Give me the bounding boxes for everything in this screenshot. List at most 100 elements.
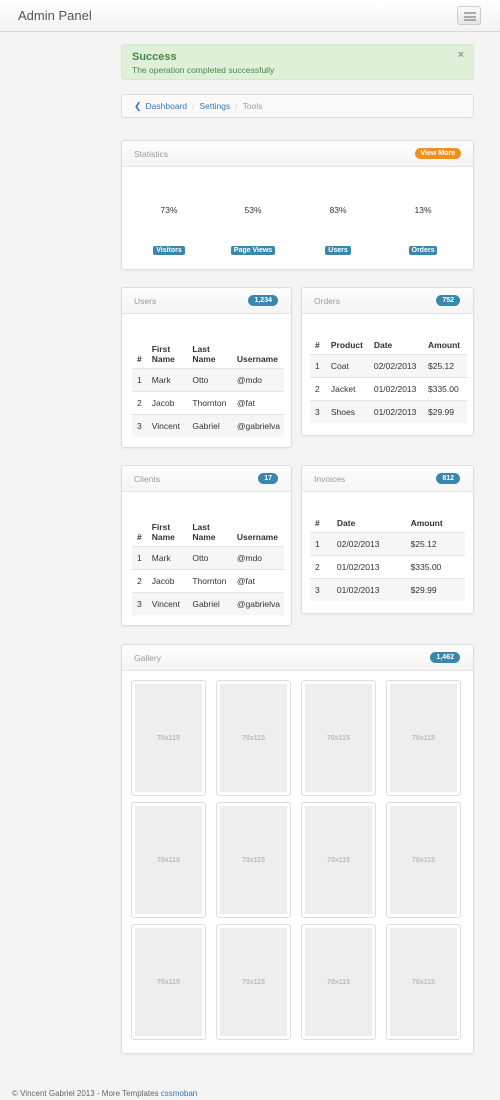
- panel-title: Invoices: [314, 474, 346, 484]
- column-header: Last Name: [192, 521, 216, 542]
- column-header: Last Name: [192, 343, 216, 364]
- table-cell: Thornton: [188, 568, 233, 592]
- table-cell: 2: [310, 376, 327, 400]
- table-cell: $25.12: [424, 353, 467, 377]
- footer-text: © Vincent Gabriel 2013 - More Templates: [12, 1089, 159, 1098]
- panel-heading: Clients 17: [122, 466, 291, 492]
- table-cell: 3: [132, 591, 148, 615]
- image-placeholder: 70x115: [390, 928, 457, 1036]
- hamburger-icon-bar: [464, 15, 476, 18]
- gallery-thumbnail[interactable]: 70x115: [131, 802, 206, 918]
- table-cell: 3: [310, 399, 327, 423]
- count-badge: 17: [258, 473, 278, 484]
- gallery-thumbnail[interactable]: 70x115: [301, 924, 376, 1040]
- clients-panel: Clients 17 # First Name Last Name Userna…: [121, 465, 292, 626]
- column-header: First Name: [151, 343, 175, 364]
- table-cell: Mark: [147, 545, 189, 569]
- image-placeholder: 70x115: [135, 806, 202, 914]
- column-header: Amount: [410, 517, 443, 528]
- table-cell: 02/02/2013: [369, 353, 424, 377]
- stat-visitors: 73% Visitors: [129, 205, 209, 255]
- gallery-thumbnail[interactable]: 70x115: [216, 924, 291, 1040]
- table-cell: 01/02/2013: [332, 577, 407, 601]
- top-navbar: Admin Panel: [0, 0, 500, 32]
- table-cell: Gabriel: [188, 591, 233, 615]
- gallery-thumbnail[interactable]: 70x115: [216, 802, 291, 918]
- column-header: Amount: [428, 339, 461, 350]
- stat-label[interactable]: Visitors: [153, 246, 185, 255]
- count-badge: 1,234: [248, 295, 278, 306]
- image-placeholder: 70x115: [305, 928, 372, 1036]
- gallery-thumbnail[interactable]: 70x115: [216, 680, 291, 796]
- table-cell: Gabriel: [188, 413, 233, 437]
- panel-title: Orders: [314, 296, 340, 306]
- count-badge: 752: [436, 295, 460, 306]
- table-row: 3 Vincent Gabriel @gabrielva: [132, 591, 284, 615]
- table-cell: $29.99: [406, 577, 465, 601]
- gallery-thumbnail[interactable]: 70x115: [131, 924, 206, 1040]
- column-header: #: [315, 517, 320, 528]
- alert-title: Success: [132, 51, 177, 63]
- stat-label[interactable]: Orders: [408, 246, 438, 255]
- breadcrumb: ❮ Dashboard / Settings / Tools: [121, 94, 474, 118]
- table-row: 3 Vincent Gabriel @gabrielva: [132, 413, 284, 437]
- panel-title: Gallery: [134, 653, 161, 663]
- column-header: Product: [330, 339, 363, 350]
- gallery-thumbnail[interactable]: 70x115: [386, 924, 461, 1040]
- breadcrumb-tools: Tools: [242, 101, 263, 111]
- table-cell: Jacket: [326, 376, 370, 400]
- gallery-thumbnail[interactable]: 70x115: [386, 680, 461, 796]
- clients-table: # First Name Last Name Username 1 Mark O…: [132, 502, 284, 615]
- table-cell: @mdo: [232, 367, 284, 391]
- table-row: 2 01/02/2013 $335.00: [310, 554, 465, 578]
- table-cell: $29.99: [424, 399, 467, 423]
- table-cell: 3: [310, 577, 333, 601]
- stat-label[interactable]: Page Views: [230, 246, 276, 255]
- column-header: Date: [373, 339, 393, 350]
- stat-users: 83% Users: [298, 205, 378, 255]
- table-cell: Coat: [326, 353, 370, 377]
- gallery-thumbnail[interactable]: 70x115: [301, 680, 376, 796]
- column-header: Date: [336, 517, 356, 528]
- statistics-panel: Statistics View More 73% Visitors 53% Pa…: [121, 140, 474, 270]
- stat-value: 13%: [414, 205, 432, 215]
- chevron-left-icon[interactable]: ❮: [134, 101, 142, 112]
- column-header: Username: [236, 531, 278, 542]
- image-placeholder: 70x115: [390, 684, 457, 792]
- breadcrumb-separator: /: [192, 101, 195, 111]
- breadcrumb-dashboard[interactable]: Dashboard: [146, 101, 188, 111]
- column-header: Username: [236, 353, 278, 364]
- view-more-button[interactable]: View More: [414, 148, 461, 159]
- table-row: 1 Mark Otto @mdo: [132, 367, 284, 391]
- stat-label[interactable]: Users: [325, 246, 351, 255]
- users-table: # First Name Last Name Username 1 Mark O…: [132, 324, 284, 437]
- panel-heading: Gallery 1,462: [122, 645, 473, 671]
- table-cell: $335.00: [406, 554, 465, 578]
- count-badge: 812: [436, 473, 460, 484]
- footer-link[interactable]: cssmoban: [161, 1089, 197, 1098]
- table-cell: 01/02/2013: [369, 399, 424, 423]
- panel-heading: Invoices 812: [302, 466, 473, 492]
- gallery-thumbnail[interactable]: 70x115: [386, 802, 461, 918]
- gallery-thumbnail[interactable]: 70x115: [131, 680, 206, 796]
- column-header: #: [137, 531, 142, 542]
- menu-toggle-button[interactable]: [457, 6, 481, 25]
- success-alert: Success The operation completed successf…: [121, 44, 474, 80]
- table-cell: 3: [132, 413, 148, 437]
- alert-message: The operation completed successfully: [132, 65, 275, 75]
- stat-value: 83%: [329, 205, 347, 215]
- close-icon[interactable]: ×: [458, 49, 464, 61]
- gallery-thumbnail[interactable]: 70x115: [301, 802, 376, 918]
- table-row: 1 Coat 02/02/2013 $25.12: [310, 353, 467, 377]
- brand-title[interactable]: Admin Panel: [18, 8, 92, 23]
- table-cell: 2: [132, 390, 148, 414]
- stat-page-views: 53% Page Views: [213, 205, 293, 255]
- orders-panel: Orders 752 # Product Date Amount 1 Coat …: [301, 287, 474, 436]
- table-cell: 1: [310, 353, 327, 377]
- stat-value: 53%: [244, 205, 262, 215]
- breadcrumb-settings[interactable]: Settings: [200, 101, 231, 111]
- panel-title: Clients: [134, 474, 160, 484]
- table-cell: Vincent: [147, 591, 189, 615]
- column-header: First Name: [151, 521, 175, 542]
- table-cell: 02/02/2013: [332, 531, 407, 555]
